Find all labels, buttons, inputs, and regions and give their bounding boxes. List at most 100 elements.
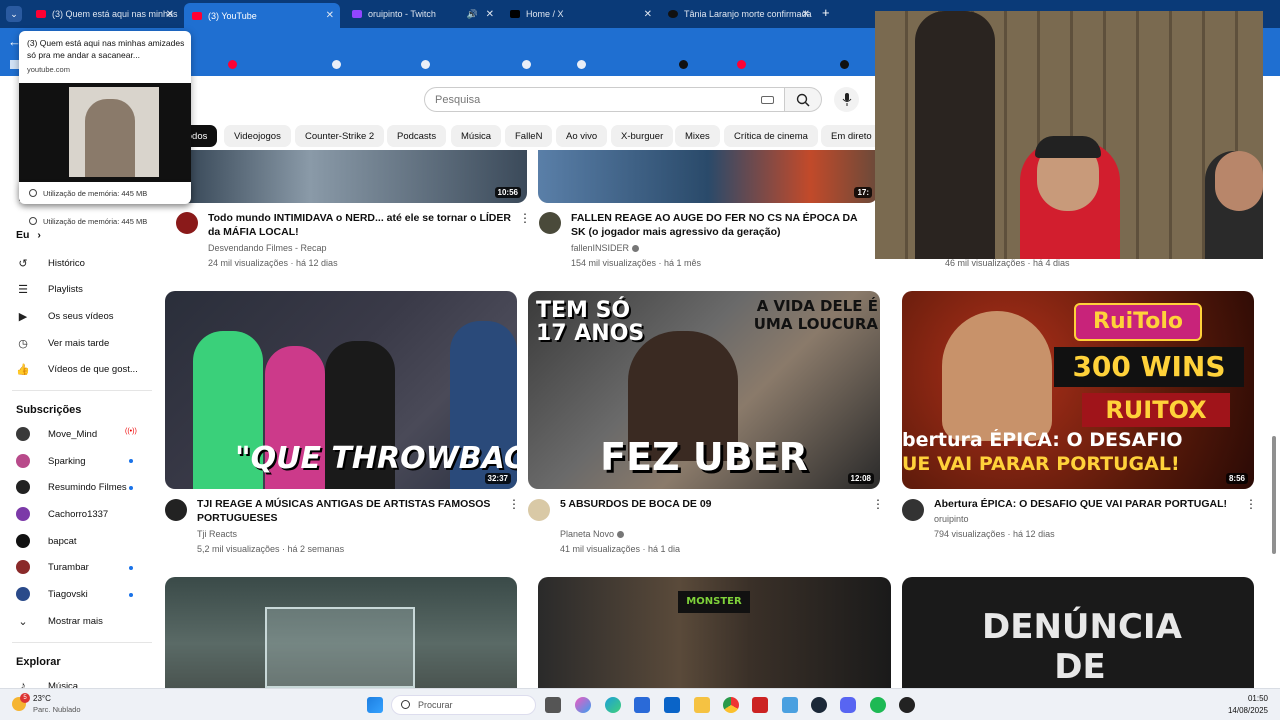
sidebar-sub-bapcat[interactable]: bapcat	[16, 534, 77, 548]
video-thumbnail[interactable]: RuiTolo 300 WINS RUITOX bertura ÉPICA: O…	[902, 291, 1254, 489]
chrome-icon[interactable]	[723, 697, 739, 713]
channel-avatar[interactable]	[539, 212, 561, 234]
tab-list-button[interactable]: ⌄	[6, 6, 22, 22]
channel-name[interactable]: fallenINSIDER	[571, 241, 640, 255]
more-options-icon[interactable]: ⋮	[1245, 497, 1257, 511]
sidebar-item-ver-mais-tarde[interactable]: ◷ Ver mais tarde	[16, 336, 109, 350]
task-view-icon[interactable]	[545, 697, 561, 713]
tab-x[interactable]: Home / X ✕	[502, 3, 658, 25]
obs-icon[interactable]	[899, 697, 915, 713]
thumbnail-text: TEM SÓ 17 ANOS	[536, 298, 645, 346]
voice-search-button[interactable]	[834, 87, 859, 112]
sidebar-you[interactable]: Eu ›	[16, 229, 41, 241]
scrollbar[interactable]	[1272, 436, 1276, 554]
apps-icon[interactable]	[10, 60, 19, 69]
video-thumbnail[interactable]: "QUE THROWBACK" 32:37	[165, 291, 517, 489]
sidebar-show-more[interactable]: ⌄ Mostrar mais	[16, 614, 103, 628]
video-title[interactable]: TJI REAGE A MÚSICAS ANTIGAS DE ARTISTAS …	[197, 497, 497, 525]
bookmark-document-body[interactable]	[421, 60, 435, 69]
taskbar-search[interactable]: Procurar	[391, 695, 536, 715]
app-icon[interactable]	[752, 697, 768, 713]
chip-em-direto[interactable]: Em direto	[821, 125, 882, 147]
tab-hover-card-footer: Utilização de memória: 445 MB	[19, 182, 191, 204]
steam-icon[interactable]	[811, 697, 827, 713]
video-thumbnail[interactable]: 17:	[538, 150, 878, 203]
notepad-icon[interactable]	[782, 697, 798, 713]
channel-name[interactable]: Desvendando Filmes - Recap	[208, 241, 327, 255]
speaker-icon[interactable]: 🔊	[467, 9, 478, 20]
weather-widget[interactable]: 5 23°C Parc. Nublado	[12, 693, 102, 717]
sidebar-sub-tiagovski[interactable]: Tiagovski	[16, 587, 88, 601]
bookmark-new-chat[interactable]	[679, 60, 693, 69]
spotify-icon[interactable]	[870, 697, 886, 713]
channel-name[interactable]: Tji Reacts	[197, 527, 237, 541]
chip-mixes[interactable]: Mixes	[675, 125, 720, 147]
tab-twitch[interactable]: oruipinto - Twitch 🔊 ✕	[344, 3, 500, 25]
discord-icon[interactable]	[840, 697, 856, 713]
keyboard-icon[interactable]	[761, 96, 774, 104]
channel-name[interactable]: Planeta Novo	[560, 527, 625, 541]
sidebar-sub-move-mind[interactable]: Move_Mind	[16, 427, 97, 441]
sidebar-sub-resumindo-filmes[interactable]: Resumindo Filmes	[16, 480, 127, 494]
bookmark-alerts[interactable]	[737, 60, 751, 69]
video-thumbnail[interactable]: TEM SÓ 17 ANOS A VIDA DELE É UMA LOUCURA…	[528, 291, 880, 489]
video-thumbnail[interactable]: MONSTER	[538, 577, 891, 688]
bookmark-traduzir[interactable]	[522, 60, 536, 69]
copilot-icon[interactable]	[575, 697, 591, 713]
close-icon[interactable]: ✕	[326, 10, 334, 21]
bookmark-novo-separador[interactable]	[577, 60, 591, 69]
tab-tania[interactable]: Tânia Laranjo morte confirmada ✕	[660, 3, 816, 25]
chip-critica-de-cinema[interactable]: Crítica de cinema	[724, 125, 818, 147]
channel-avatar[interactable]	[165, 499, 187, 521]
chip-fallen[interactable]: FalleN	[505, 125, 553, 147]
outlook-icon[interactable]	[664, 697, 680, 713]
close-icon[interactable]: ✕	[802, 9, 810, 20]
chip-podcasts[interactable]: Podcasts	[387, 125, 447, 147]
tab-quem-esta-aqui[interactable]: (3) Quem está aqui nas minhas ✕	[28, 3, 180, 25]
sidebar-item-videos-gostei[interactable]: 👍 Vídeos de que gost...	[16, 362, 138, 376]
channel-avatar[interactable]	[902, 499, 924, 521]
video-title[interactable]: FALLEN REAGE AO AUGE DO FER NO CS NA ÉPO…	[571, 211, 871, 239]
chip-x-burguer[interactable]: X-burguer	[611, 125, 674, 147]
channel-avatar[interactable]	[176, 212, 198, 234]
close-icon[interactable]: ✕	[644, 9, 652, 20]
chip-ao-vivo[interactable]: Ao vivo	[556, 125, 608, 147]
microphone-icon	[842, 93, 851, 106]
chip-musica[interactable]: Música	[451, 125, 502, 147]
sidebar-item-historico[interactable]: ↺ Histórico	[16, 256, 85, 270]
edge-icon[interactable]	[605, 697, 621, 713]
sidebar-item-playlists[interactable]: ☰ Playlists	[16, 282, 83, 296]
windows-start-icon[interactable]	[367, 697, 383, 713]
more-options-icon[interactable]: ⋮	[508, 497, 520, 511]
sidebar-sub-turambar[interactable]: Turambar	[16, 560, 89, 574]
avatar	[16, 480, 30, 494]
close-icon[interactable]: ✕	[166, 9, 174, 20]
video-thumbnail[interactable]: 10:56	[165, 150, 527, 203]
video-title[interactable]: 5 ABSURDOS DE BOCA DE 09	[560, 497, 860, 511]
file-explorer-icon[interactable]	[694, 697, 710, 713]
bookmark-how-to-conn[interactable]	[228, 60, 242, 69]
search-input[interactable]: Pesquisa	[424, 87, 785, 112]
video-thumbnail[interactable]	[165, 577, 517, 688]
channel-name[interactable]: oruipinto	[934, 512, 969, 526]
video-title[interactable]: Abertura ÉPICA: O DESAFIO QUE VAI PARAR …	[934, 497, 1234, 511]
video-thumbnail[interactable]: DENÚNCIA DE HACKER	[902, 577, 1254, 688]
clock-time[interactable]: 01:50	[1248, 694, 1268, 703]
bookmark-ea-sp[interactable]	[840, 60, 854, 69]
sidebar-item-os-seus-videos[interactable]: ▶ Os seus vídeos	[16, 309, 114, 323]
store-icon[interactable]	[634, 697, 650, 713]
tab-youtube[interactable]: (3) YouTube ✕	[184, 3, 340, 28]
more-options-icon[interactable]: ⋮	[872, 497, 884, 511]
close-icon[interactable]: ✕	[486, 9, 494, 20]
bookmark-paletools[interactable]	[332, 60, 346, 69]
sidebar-sub-sparking[interactable]: Sparking	[16, 454, 86, 468]
channel-avatar[interactable]	[528, 499, 550, 521]
clock-date[interactable]: 14/08/2025	[1228, 706, 1268, 715]
search-button[interactable]	[784, 87, 822, 112]
more-options-icon[interactable]: ⋮	[519, 211, 531, 225]
video-title[interactable]: Todo mundo INTIMIDAVA o NERD... até ele …	[208, 211, 514, 239]
sidebar-sub-cachorro1337[interactable]: Cachorro1337	[16, 507, 108, 521]
new-tab-button[interactable]: +	[822, 5, 830, 20]
chip-videojogos[interactable]: Videojogos	[224, 125, 291, 147]
chip-counter-strike[interactable]: Counter-Strike 2	[295, 125, 385, 147]
